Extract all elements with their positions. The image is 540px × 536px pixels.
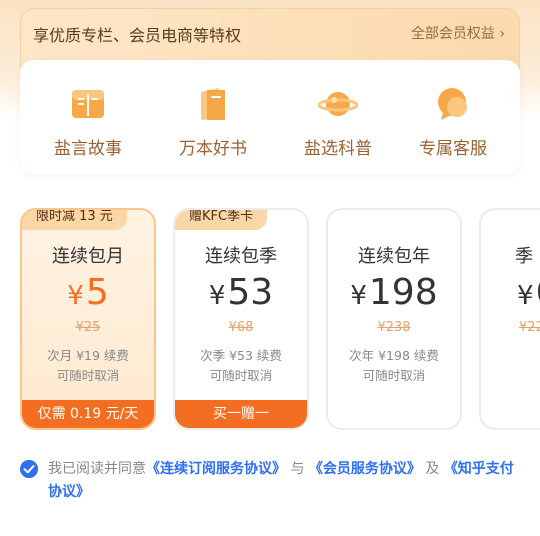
- all-benefits-link[interactable]: 全部会员权益 ›: [411, 23, 505, 43]
- books-icon: [201, 88, 225, 120]
- agreement-row: 我已阅读并同意《连续订阅服务协议》 与 《会员服务协议》 及 《知乎支付协议》: [20, 458, 520, 504]
- plan-name: 连续包年: [358, 246, 430, 267]
- plan-card-partial[interactable]: 季 ¥6 ¥22: [479, 208, 540, 430]
- original-price: ¥22: [519, 320, 540, 335]
- benefit-item-stories[interactable]: 盐言故事: [38, 84, 138, 159]
- agreement-text: 我已阅读并同意《连续订阅服务协议》 与 《会员服务协议》 及 《知乎支付协议》: [48, 461, 514, 500]
- check-circle-icon[interactable]: [20, 460, 38, 478]
- benefit-label: 专属客服: [419, 139, 487, 159]
- banner-title: 享优质专栏、会员电商等特权: [33, 26, 242, 45]
- promo-bar: 买一赠一: [175, 400, 307, 428]
- plan-name: 季: [515, 246, 533, 267]
- member-benefits-banner: 享优质专栏、会员电商等特权 全部会员权益 ›: [20, 8, 520, 68]
- plan-price: ¥53: [208, 272, 274, 313]
- benefit-label: 万本好书: [179, 139, 247, 159]
- benefit-item-science[interactable]: 盐选科普: [288, 84, 388, 159]
- book-icon: [72, 90, 104, 118]
- plan-card-quarterly[interactable]: 赠KFC季卡 连续包季 ¥53 ¥68 次季 ¥53 续费 可随时取消 买一赠一: [173, 208, 309, 430]
- renewal-note: 次季 ¥53 续费 可随时取消: [200, 348, 282, 383]
- benefit-label: 盐选科普: [304, 139, 372, 159]
- planet-icon: [318, 92, 358, 116]
- benefit-label: 盐言故事: [54, 139, 122, 159]
- chat-bubble-icon: [438, 88, 467, 120]
- daily-price-bar: 仅需 0.19 元/天: [22, 400, 154, 428]
- plan-price: ¥6: [517, 272, 540, 313]
- discount-tag: 限时减 13 元: [22, 210, 127, 230]
- gift-tag: 赠KFC季卡: [175, 210, 268, 230]
- plan-card-monthly[interactable]: 限时减 13 元 连续包月 ¥5 ¥25 次月 ¥19 续费 可随时取消 仅需 0…: [20, 208, 156, 430]
- renewal-note: 次年 ¥198 续费 可随时取消: [349, 348, 439, 383]
- plan-card-yearly[interactable]: 连续包年 ¥198 ¥238 次年 ¥198 续费 可随时取消: [326, 208, 462, 430]
- original-price: ¥68: [228, 320, 254, 335]
- renewal-note: 次月 ¥19 续费 可随时取消: [47, 348, 129, 383]
- benefits-panel: 盐言故事 万本好书 盐选科普 专属客服: [20, 60, 520, 174]
- benefit-item-books[interactable]: 万本好书: [163, 84, 263, 159]
- subscription-agreement-link[interactable]: 《连续订阅服务协议》: [146, 461, 286, 477]
- member-agreement-link[interactable]: 《会员服务协议》: [309, 461, 421, 477]
- benefit-item-service[interactable]: 专属客服: [403, 84, 503, 159]
- plan-price: ¥5: [67, 272, 109, 313]
- plan-price: ¥198: [350, 272, 438, 313]
- plan-name: 连续包季: [205, 246, 277, 267]
- original-price: ¥238: [377, 320, 411, 335]
- original-price: ¥25: [75, 320, 101, 335]
- plan-name: 连续包月: [52, 246, 124, 267]
